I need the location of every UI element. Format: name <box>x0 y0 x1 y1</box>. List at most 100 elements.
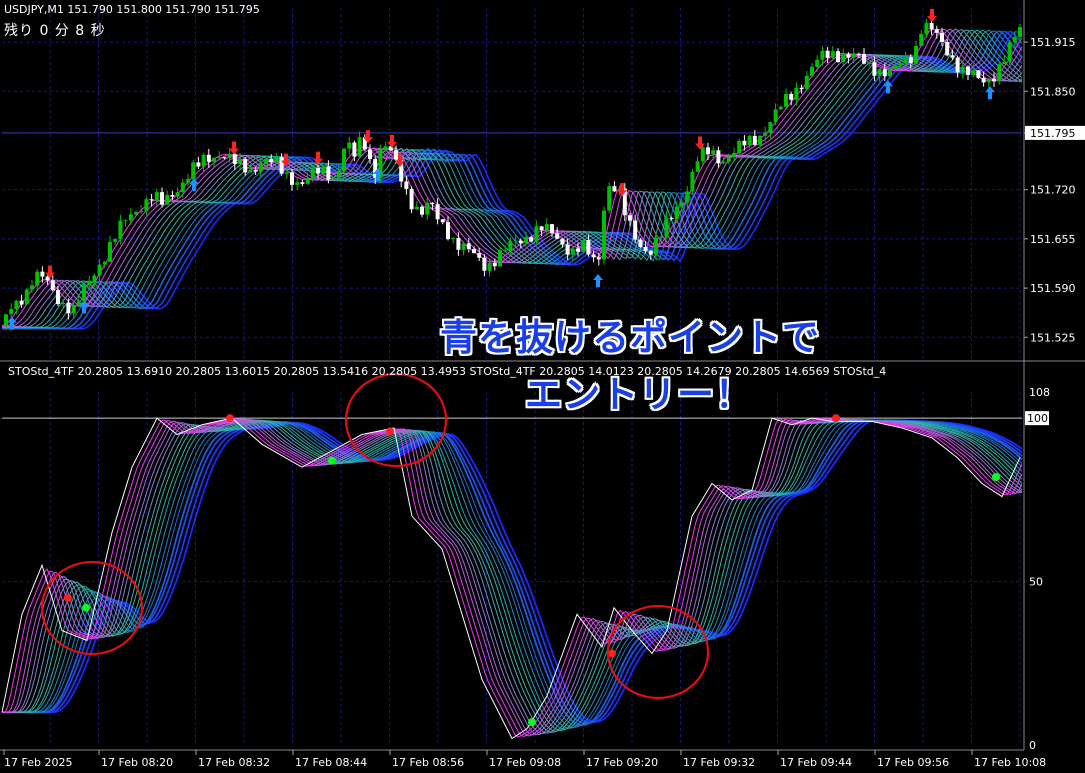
cross-dot-red <box>832 414 840 423</box>
candle-bear <box>836 51 840 63</box>
candle-bull <box>191 162 196 180</box>
candle-bear <box>56 290 60 305</box>
candle-bear <box>628 215 632 221</box>
candle-bear <box>669 218 674 220</box>
time-tick-label: 17 Feb 09:08 <box>489 756 561 769</box>
candle-bear <box>430 202 435 205</box>
candle-bull <box>747 135 752 146</box>
candle-bear <box>908 57 913 63</box>
candle-bull <box>726 156 731 162</box>
candle-bear <box>290 172 294 185</box>
candle-bull <box>986 78 991 83</box>
candle-bear <box>420 206 424 215</box>
candle-bull <box>414 206 419 210</box>
candle-bull <box>487 262 492 271</box>
candle-bull <box>383 146 388 150</box>
candle-bull <box>721 161 726 164</box>
candle-bear <box>326 166 331 180</box>
caption-line-1: 青を抜けるポイントで <box>439 315 821 361</box>
candle-bull <box>347 142 352 149</box>
candle-bull <box>212 158 216 162</box>
candle-bull <box>700 147 705 162</box>
candle-bull <box>264 158 268 164</box>
candle-bull <box>1002 61 1007 65</box>
candle-bear <box>279 157 284 174</box>
candle-bull <box>87 281 92 286</box>
time-tick-label: 17 Feb 09:32 <box>683 756 755 769</box>
candle-bull <box>61 302 66 305</box>
candle-bear <box>196 162 201 167</box>
candle-bull <box>284 172 289 174</box>
candle-bull <box>498 250 502 267</box>
candle-bull <box>128 214 133 221</box>
candle-bull <box>357 137 362 157</box>
candle-bear <box>945 41 950 56</box>
candle-bear <box>862 54 866 64</box>
candle-bull <box>451 238 456 240</box>
candle-bull <box>794 87 799 100</box>
candle-bull <box>102 261 107 265</box>
candle-bear <box>846 54 851 58</box>
time-tick-label: 17 Feb 09:44 <box>780 756 852 769</box>
candle-bull <box>14 300 19 310</box>
candle-bull <box>310 167 315 179</box>
candle-bear <box>550 224 554 234</box>
candle-bear <box>149 199 154 201</box>
candle-bull <box>321 166 326 174</box>
candle-bear <box>856 53 861 55</box>
candle-bear <box>633 220 638 240</box>
candle-bull <box>118 220 123 239</box>
ma-ribbon-line <box>2 28 1023 327</box>
candle-bull <box>654 237 658 255</box>
candle-bear <box>253 169 258 172</box>
candle-bear <box>435 204 440 220</box>
candle-bull <box>97 264 102 276</box>
symbol-info: USDJPY,M1 151.790 151.800 151.790 151.79… <box>4 3 260 16</box>
candle-bull <box>331 177 336 180</box>
ma-ribbon-line <box>2 28 1023 328</box>
candle-bull <box>570 248 575 255</box>
candle-bear <box>440 219 445 223</box>
candle-bull <box>997 64 1002 82</box>
candle-bear <box>742 140 747 146</box>
cross-dot-green <box>82 603 90 612</box>
candle-bull <box>76 301 81 305</box>
time-tick-label: 17 Feb 2025 <box>4 756 72 769</box>
time-tick-label: 17 Feb 08:56 <box>392 756 464 769</box>
candle-bull <box>144 199 149 211</box>
candle-bull <box>113 238 118 242</box>
candle-bull <box>165 194 170 205</box>
stoch-ribbon-line <box>2 417 1023 738</box>
candle-bear <box>368 149 372 160</box>
candle-bull <box>258 163 263 172</box>
candle-bull <box>758 135 762 145</box>
candle-bull <box>607 186 612 211</box>
candle-bear <box>950 55 955 58</box>
candle-bull <box>139 210 144 213</box>
candle-bear <box>472 249 476 254</box>
candle-bear <box>981 77 986 83</box>
candle-bull <box>305 178 310 184</box>
candle-bull <box>508 241 513 251</box>
candle-bull <box>893 65 898 69</box>
candle-bear <box>706 147 710 155</box>
candle-bull <box>201 154 206 167</box>
candle-bear <box>492 262 497 267</box>
candle-bear <box>940 32 944 42</box>
candle-bear <box>466 243 471 250</box>
candle-bull <box>815 59 820 67</box>
cross-dot-green <box>328 456 336 465</box>
candle-bull <box>737 140 742 153</box>
candle-bull <box>82 285 86 302</box>
time-tick-label: 17 Feb 09:20 <box>586 756 658 769</box>
candle-bull <box>773 109 778 123</box>
candle-bull <box>690 171 695 192</box>
current-price-label: 151.795 <box>1030 127 1076 140</box>
candle-bear <box>352 142 357 157</box>
candle-bull <box>680 202 684 207</box>
candle-bull <box>295 182 300 185</box>
candle-bull <box>778 106 783 110</box>
candle-bull <box>804 75 809 90</box>
stoch-ribbon-line <box>2 418 1023 738</box>
candle-bear <box>394 150 398 160</box>
